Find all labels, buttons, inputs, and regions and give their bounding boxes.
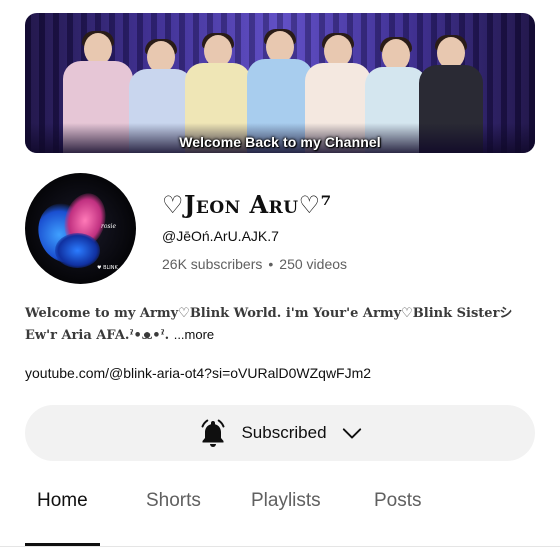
more-link[interactable]: ...more: [174, 327, 214, 342]
channel-avatar[interactable]: rosie ♥ BLINK: [25, 173, 136, 284]
subscribed-button[interactable]: Subscribed: [25, 405, 535, 461]
channel-banner: Welcome Back to my Channel: [25, 13, 535, 153]
chevron-down-icon: [342, 428, 361, 439]
channel-tabs: Home Shorts Playlists Posts: [0, 490, 560, 550]
channel-handle: @JēOń.ArU.AJK.7: [162, 228, 279, 244]
tabs-divider: [0, 546, 560, 547]
channel-description[interactable]: Welcome to my Army♡Blink World. i'm Your…: [25, 303, 537, 346]
tab-home[interactable]: Home: [37, 490, 88, 512]
description-text: Welcome to my Army♡Blink World. i'm Your…: [25, 306, 513, 343]
stats-separator: •: [268, 256, 274, 272]
tab-posts[interactable]: Posts: [374, 490, 422, 512]
subscriber-count: 26K subscribers: [162, 256, 263, 272]
subscribed-label: Subscribed: [241, 423, 327, 442]
channel-name: ♡Jeon Aru♡⁷: [162, 190, 332, 219]
video-count: 250 videos: [279, 256, 348, 272]
banner-caption: Welcome Back to my Channel: [179, 134, 381, 150]
channel-link[interactable]: youtube.com/@blink-aria-ot4?si=oVURalD0W…: [25, 365, 371, 381]
tab-playlists[interactable]: Playlists: [251, 490, 321, 512]
bell-ringing-icon: [201, 419, 225, 447]
tab-shorts[interactable]: Shorts: [146, 490, 201, 512]
channel-stats: 26K subscribers • 250 videos: [162, 256, 347, 272]
